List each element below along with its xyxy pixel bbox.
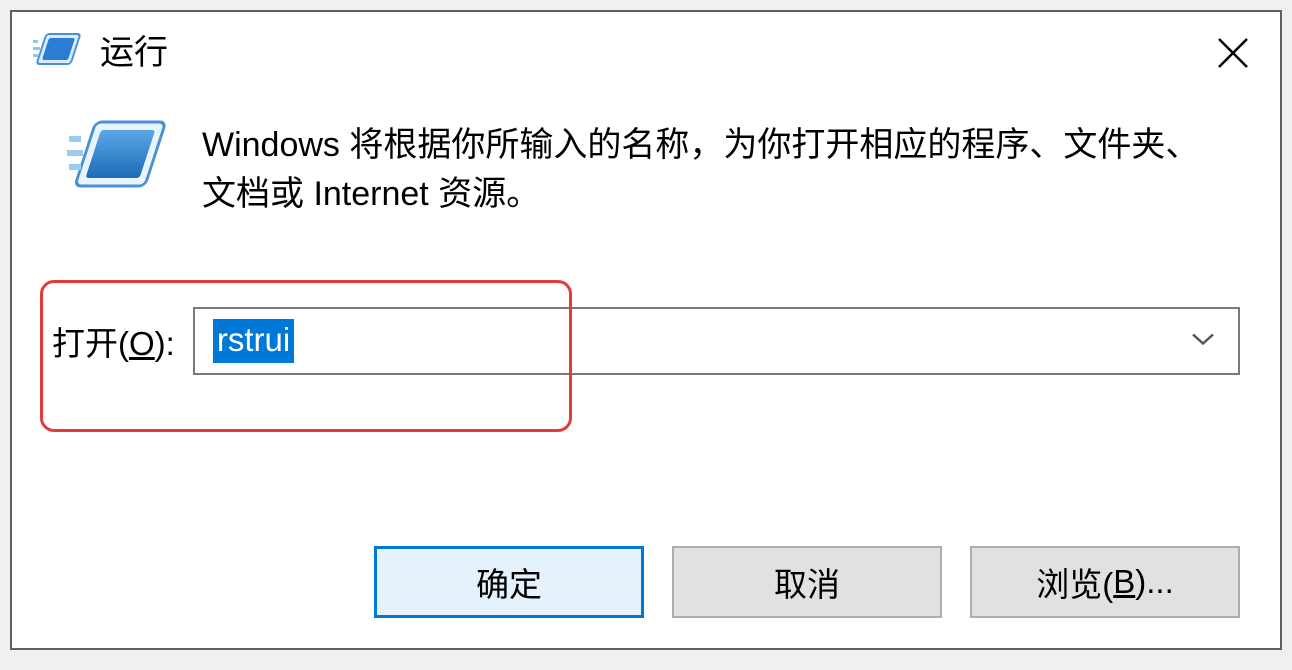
open-input-value: rstrui xyxy=(213,319,294,364)
chevron-down-icon[interactable] xyxy=(1190,331,1216,352)
close-button[interactable] xyxy=(1210,30,1255,75)
button-row: 确定 取消 浏览(B)... xyxy=(374,546,1240,618)
titlebar: 运行 xyxy=(12,12,1280,87)
cancel-button[interactable]: 取消 xyxy=(672,546,942,618)
browse-button[interactable]: 浏览(B)... xyxy=(970,546,1240,618)
ok-button[interactable]: 确定 xyxy=(374,546,644,618)
dialog-title: 运行 xyxy=(100,25,168,74)
run-icon-small xyxy=(32,30,82,70)
open-label: 打开(O): xyxy=(52,317,175,365)
dialog-description: Windows 将根据你所输入的名称，为你打开相应的程序、文件夹、文档或 Int… xyxy=(202,117,1230,220)
close-icon xyxy=(1216,36,1250,70)
dialog-body: Windows 将根据你所输入的名称，为你打开相应的程序、文件夹、文档或 Int… xyxy=(12,87,1280,220)
input-row: 打开(O): rstrui xyxy=(52,307,1240,375)
open-combobox[interactable]: rstrui xyxy=(193,307,1240,375)
run-icon-large xyxy=(62,117,172,197)
run-dialog: 运行 xyxy=(10,10,1282,650)
